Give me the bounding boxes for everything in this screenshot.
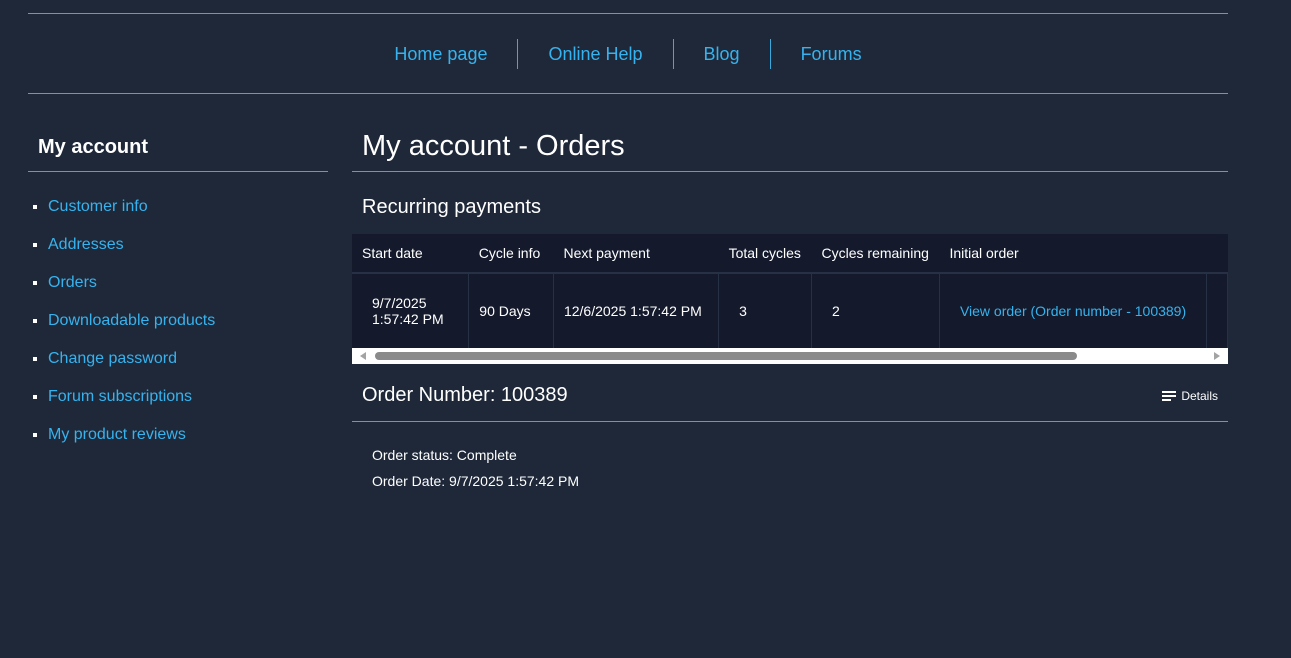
sidebar-item-label[interactable]: Downloadable products: [48, 312, 215, 330]
sidebar-list: Customer info Addresses Orders Downloada…: [28, 172, 328, 454]
sidebar-item-label[interactable]: Orders: [48, 274, 97, 292]
cell-initial-order: View order (Order number - 100389): [939, 273, 1207, 348]
page: Home page Online Help Blog Forums My acc…: [0, 0, 1291, 658]
table-row: 9/7/2025 1:57:42 PM 90 Days 12/6/2025 1:…: [352, 273, 1228, 348]
details-button[interactable]: Details: [1162, 389, 1218, 403]
sidebar-item-product-reviews[interactable]: My product reviews: [28, 416, 328, 454]
scrollbar-thumb[interactable]: [375, 352, 1077, 360]
sidebar-title: My account: [28, 126, 328, 172]
column-header-initial-order: Initial order: [939, 234, 1207, 274]
nav-blog[interactable]: Blog: [672, 38, 770, 69]
cell-start-date: 9/7/2025 1:57:42 PM: [352, 273, 470, 348]
order-header: Order Number: 100389 Details: [352, 384, 1228, 422]
sidebar-item-orders[interactable]: Orders: [28, 264, 328, 302]
column-header-total-cycles: Total cycles: [718, 234, 812, 274]
square-bullet-icon: [33, 205, 37, 209]
sidebar-item-customer-info[interactable]: Customer info: [28, 188, 328, 226]
nav-online-help[interactable]: Online Help: [517, 38, 672, 69]
view-order-link[interactable]: View order (Order number - 100389): [960, 303, 1186, 319]
order-number-title: Order Number: 100389: [362, 384, 568, 406]
square-bullet-icon: [33, 281, 37, 285]
cell-next-payment: 12/6/2025 1:57:42 PM: [553, 273, 720, 348]
recurring-payments-title: Recurring payments: [362, 196, 541, 218]
start-time-line: 1:57:42 PM: [372, 311, 444, 327]
square-bullet-icon: [33, 243, 37, 247]
column-header-cycles-remaining: Cycles remaining: [811, 234, 940, 274]
cell-cycle-info: 90 Days: [468, 273, 554, 348]
nav-forums[interactable]: Forums: [769, 38, 892, 69]
sidebar: My account Customer info Addresses Order…: [28, 126, 328, 454]
square-bullet-icon: [33, 319, 37, 323]
column-header-extra: [1206, 234, 1228, 274]
scroll-right-arrow-icon[interactable]: [1214, 352, 1220, 360]
nav-home-page[interactable]: Home page: [364, 39, 517, 69]
sidebar-item-label[interactable]: Addresses: [48, 236, 124, 254]
column-header-next-payment: Next payment: [553, 234, 719, 274]
main-content: My account - Orders Recurring payments S…: [352, 126, 1228, 494]
header-nav: Home page Online Help Blog Forums: [28, 13, 1228, 94]
recurring-payments-table: Start date Cycle info Next payment Total…: [352, 234, 1228, 348]
order-info: Order status: Complete Order Date: 9/7/2…: [352, 422, 1228, 494]
column-header-start-date: Start date: [352, 234, 469, 274]
sidebar-item-label[interactable]: Forum subscriptions: [48, 388, 192, 406]
square-bullet-icon: [33, 395, 37, 399]
square-bullet-icon: [33, 357, 37, 361]
order-date: Order Date: 9/7/2025 1:57:42 PM: [372, 473, 580, 489]
recurring-table-wrapper: Start date Cycle info Next payment Total…: [352, 234, 1228, 348]
page-title: My account - Orders: [352, 126, 1228, 172]
sidebar-item-addresses[interactable]: Addresses: [28, 226, 328, 264]
order-status: Order status: Complete: [372, 447, 517, 463]
details-label: Details: [1181, 388, 1218, 403]
sidebar-item-change-password[interactable]: Change password: [28, 340, 328, 378]
scroll-left-arrow-icon[interactable]: [360, 352, 366, 360]
cell-extra: [1206, 273, 1228, 348]
start-date-line: 9/7/2025: [372, 295, 427, 311]
horizontal-scrollbar[interactable]: [352, 348, 1228, 364]
sidebar-item-label[interactable]: Customer info: [48, 198, 148, 216]
sidebar-item-label[interactable]: My product reviews: [48, 426, 186, 444]
sidebar-item-label[interactable]: Change password: [48, 350, 177, 368]
sidebar-item-downloadable-products[interactable]: Downloadable products: [28, 302, 328, 340]
table-header-row: Start date Cycle info Next payment Total…: [352, 234, 1228, 274]
cell-total-cycles: 3: [718, 273, 813, 348]
list-lines-icon: [1162, 389, 1177, 403]
square-bullet-icon: [33, 433, 37, 437]
column-header-cycle-info: Cycle info: [468, 234, 554, 274]
sidebar-item-forum-subscriptions[interactable]: Forum subscriptions: [28, 378, 328, 416]
cell-cycles-remaining: 2: [811, 273, 940, 348]
